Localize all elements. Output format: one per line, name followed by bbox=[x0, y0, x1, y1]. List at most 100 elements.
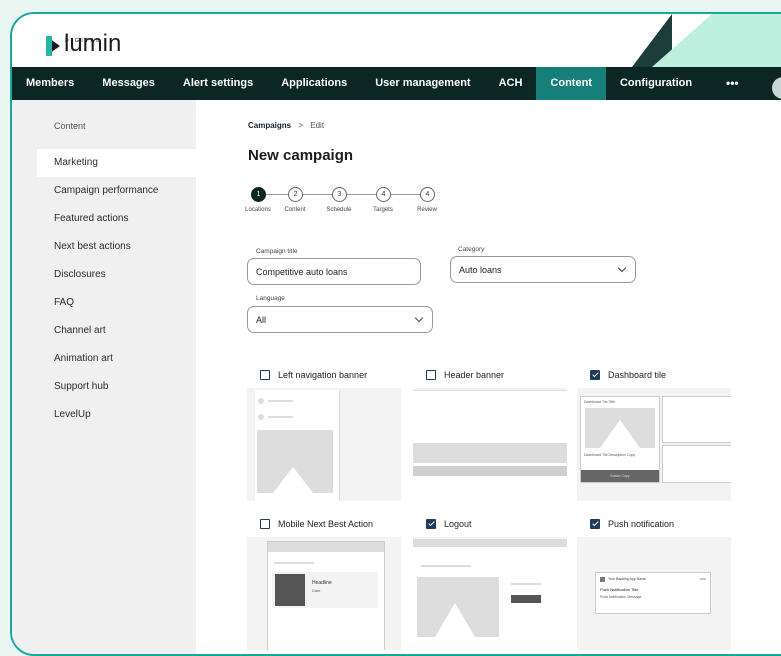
nav-members[interactable]: Members bbox=[12, 67, 88, 100]
preview-line bbox=[274, 562, 314, 564]
nba-card-placeholder: Headline Date bbox=[272, 572, 378, 608]
sidebar-item-levelup[interactable]: LevelUp bbox=[12, 401, 196, 429]
push-notification-preview: Your Banking App Name now Push Notificat… bbox=[595, 572, 711, 614]
mountain-icon bbox=[503, 431, 523, 443]
app-icon bbox=[600, 577, 605, 582]
breadcrumb: Campaigns > Edit bbox=[248, 121, 324, 130]
sidebar-item-channel-art[interactable]: Channel art bbox=[12, 317, 196, 345]
sidebar-item-support-hub[interactable]: Support hub bbox=[12, 373, 196, 401]
preview-app-name: Your Banking App Name bbox=[608, 577, 647, 581]
location-card-dashboard-tile[interactable]: Dashboard tile Dashboard Tile Title Dash… bbox=[577, 361, 731, 501]
step-connector bbox=[347, 194, 376, 195]
sidebar-item-faq[interactable]: FAQ bbox=[12, 289, 196, 317]
nav-user-management[interactable]: User management bbox=[361, 67, 484, 100]
preview-line bbox=[268, 400, 293, 402]
image-placeholder bbox=[417, 577, 499, 637]
left-nav-preview bbox=[255, 390, 340, 501]
location-card-push-notification[interactable]: Push notification Your Banking App Name … bbox=[577, 510, 731, 650]
nav-ach[interactable]: ACH bbox=[485, 67, 537, 100]
preview-tile-button: Button Copy bbox=[581, 470, 659, 482]
mountain-icon bbox=[273, 467, 313, 493]
category-select[interactable]: Auto loans bbox=[450, 256, 636, 283]
page-title: New campaign bbox=[248, 147, 354, 164]
card-label: Mobile Next Best Action bbox=[278, 518, 374, 529]
preview-dot bbox=[258, 398, 264, 404]
mountain-icon bbox=[435, 603, 475, 637]
phone-status-bar bbox=[268, 542, 384, 552]
sidebar-item-campaign-performance[interactable]: Campaign performance bbox=[12, 177, 196, 205]
language-select[interactable]: All bbox=[247, 306, 433, 333]
main-content: Campaigns > Edit New campaign 1 2 3 4 4 … bbox=[196, 100, 781, 654]
location-card-header-banner[interactable]: Header banner bbox=[413, 361, 567, 501]
preview-date: Date bbox=[312, 588, 321, 593]
brand-name: lumin bbox=[64, 30, 122, 57]
preview-tile-copy: Dashboard Tile Description Copy bbox=[584, 453, 636, 457]
sidebar-item-featured-actions[interactable]: Featured actions bbox=[12, 205, 196, 233]
preview-tile-title: Dashboard Tile Title bbox=[584, 400, 615, 404]
checkbox-left-nav-banner[interactable] bbox=[260, 369, 270, 380]
checkbox-header-banner[interactable] bbox=[426, 369, 436, 380]
location-card-logout[interactable]: Logout bbox=[413, 510, 567, 650]
sidebar-heading: Content bbox=[54, 121, 86, 131]
header-banner-preview bbox=[413, 390, 567, 501]
category-value: Auto loans bbox=[459, 264, 502, 275]
preview-push-title: Push Notification Title bbox=[600, 587, 639, 592]
checkbox-mobile-nba[interactable] bbox=[260, 518, 270, 529]
breadcrumb-campaigns-link[interactable]: Campaigns bbox=[248, 121, 291, 130]
language-label: Language bbox=[256, 295, 285, 302]
step-connector bbox=[303, 194, 332, 195]
checkbox-dashboard-tile[interactable] bbox=[590, 369, 600, 380]
breadcrumb-separator: > bbox=[298, 121, 304, 130]
campaign-title-label: Campaign title bbox=[256, 248, 298, 255]
nav-bar-placeholder bbox=[413, 466, 567, 476]
card-label: Logout bbox=[444, 518, 472, 529]
user-avatar[interactable] bbox=[772, 77, 781, 99]
nav-content[interactable]: Content bbox=[536, 67, 606, 100]
nav-applications[interactable]: Applications bbox=[267, 67, 361, 100]
sidebar-item-marketing[interactable]: Marketing bbox=[37, 149, 196, 177]
checkbox-push-notification[interactable] bbox=[590, 518, 600, 529]
dashboard-tile-preview: Dashboard Tile Title Dashboard Tile Desc… bbox=[580, 396, 660, 483]
breadcrumb-current: Edit bbox=[310, 121, 325, 130]
logout-preview bbox=[413, 539, 567, 650]
brand-logo[interactable]: lumin bbox=[46, 32, 121, 56]
sidebar-item-next-best-actions[interactable]: Next best actions bbox=[12, 233, 196, 261]
preview-dot bbox=[258, 414, 264, 420]
preview-time: now bbox=[699, 577, 706, 581]
banner-placeholder bbox=[413, 431, 567, 463]
sidebar-item-disclosures[interactable]: Disclosures bbox=[12, 261, 196, 289]
logo-mark-icon bbox=[46, 36, 60, 56]
more-menu-icon[interactable]: ••• bbox=[726, 67, 739, 100]
category-label: Category bbox=[458, 246, 485, 253]
step-label: Targets bbox=[373, 207, 393, 213]
nav-alert-settings[interactable]: Alert settings bbox=[169, 67, 267, 100]
brand-subtitle: DIGITAL bbox=[65, 38, 102, 44]
sidebar-item-animation-art[interactable]: Animation art bbox=[12, 345, 196, 373]
card-header: Push notification bbox=[577, 510, 731, 537]
card-header: Mobile Next Best Action bbox=[247, 510, 401, 537]
location-card-mobile-nba[interactable]: Mobile Next Best Action Headline Date bbox=[247, 510, 401, 650]
step-targets[interactable]: 4 bbox=[376, 187, 391, 202]
location-card-left-nav-banner[interactable]: Left navigation banner bbox=[247, 361, 401, 501]
chevron-down-icon bbox=[617, 263, 627, 272]
nav-configuration[interactable]: Configuration bbox=[606, 67, 706, 100]
chevron-down-icon bbox=[414, 313, 424, 322]
checkbox-logout[interactable] bbox=[426, 518, 436, 529]
step-review[interactable]: 4 bbox=[420, 187, 435, 202]
card-header: Dashboard tile bbox=[577, 361, 731, 388]
secondary-tile-preview bbox=[662, 396, 731, 443]
preview-headline: Headline bbox=[312, 580, 332, 586]
preview-push-message: Push Notification Message bbox=[600, 595, 642, 599]
nav-messages[interactable]: Messages bbox=[88, 67, 169, 100]
sidebar: Content Marketing Campaign performance F… bbox=[12, 100, 196, 654]
campaign-title-input[interactable]: Competitive auto loans bbox=[247, 258, 421, 285]
step-content[interactable]: 2 bbox=[288, 187, 303, 202]
preview-button bbox=[511, 595, 541, 603]
step-schedule[interactable]: 3 bbox=[332, 187, 347, 202]
nba-image-placeholder bbox=[275, 574, 305, 606]
card-header: Header banner bbox=[413, 361, 567, 388]
card-label: Dashboard tile bbox=[608, 369, 667, 380]
step-locations[interactable]: 1 bbox=[251, 187, 266, 202]
preview-line bbox=[268, 416, 293, 418]
step-label: Schedule bbox=[326, 207, 352, 213]
